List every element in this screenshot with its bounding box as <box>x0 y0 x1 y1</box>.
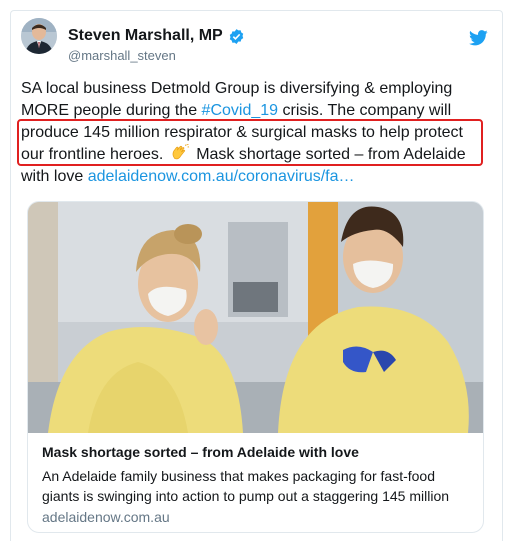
hashtag-link[interactable]: #Covid_19 <box>202 102 279 119</box>
link-preview-description: An Adelaide family business that makes p… <box>42 468 450 504</box>
link-preview-image[interactable] <box>28 202 483 433</box>
avatar-image <box>21 18 57 54</box>
twitter-bird-icon[interactable] <box>469 30 488 46</box>
link-preview-title[interactable]: Mask shortage sorted – from Adelaide wit… <box>42 444 359 460</box>
author-handle[interactable]: @marshall_steven <box>68 48 176 64</box>
author-display-name[interactable]: Steven Marshall, MP <box>68 27 223 45</box>
link-preview-domain[interactable]: adelaidenow.com.au <box>42 509 170 525</box>
photo-two-women-in-masks <box>28 202 483 433</box>
link-preview-card[interactable]: Mask shortage sorted – from Adelaide wit… <box>27 201 484 533</box>
author-name-row[interactable]: Steven Marshall, MP <box>68 27 245 45</box>
page: Steven Marshall, MP @marshall_steven SA … <box>0 0 509 541</box>
tweet-url-link[interactable]: adelaidenow.com.au/coronavirus/fa… <box>88 168 355 185</box>
highlight-annotation-box <box>17 119 483 166</box>
avatar[interactable] <box>21 18 57 54</box>
verified-badge-icon <box>229 28 243 44</box>
